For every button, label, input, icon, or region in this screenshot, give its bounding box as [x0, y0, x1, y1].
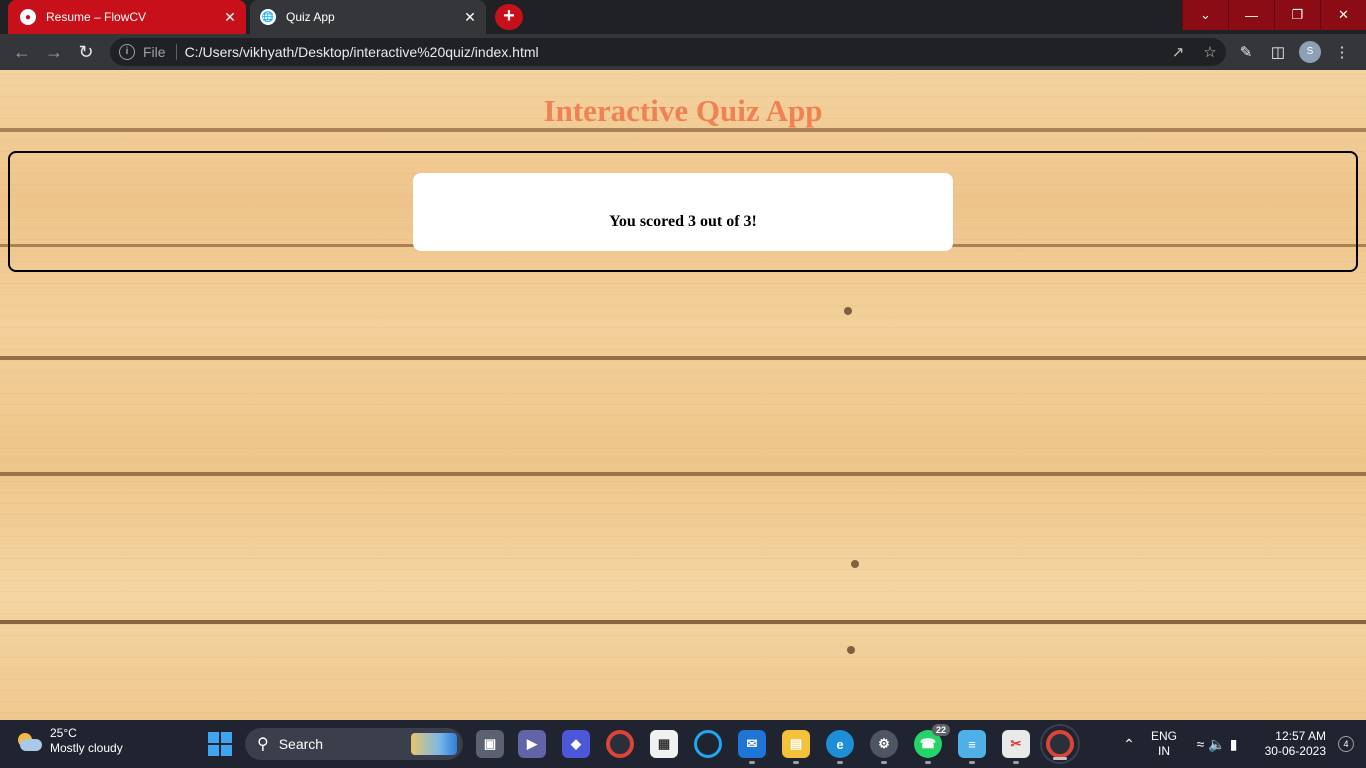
tab-title: Quiz App [286, 10, 335, 24]
tab-search-icon[interactable]: ⌄ [1182, 0, 1228, 30]
clock[interactable]: 12:57 AM 30-06-2023 [1254, 729, 1326, 759]
clock-time: 12:57 AM [1275, 729, 1326, 743]
system-tray: ⌃ ENG IN ≈🔈▮ 12:57 AM 30-06-2023 4 [1114, 720, 1366, 768]
windows-taskbar: 25°C Mostly cloudy ⚲ Search ▣ ▶ ◆ ▦ ✉ ▤ … [0, 720, 1366, 768]
language-indicator[interactable]: ENG IN [1144, 729, 1184, 759]
task-view-icon[interactable]: ▣ [476, 730, 504, 758]
restore-button[interactable]: ❐ [1274, 0, 1320, 30]
tab-quiz-app[interactable]: 🌐 Quiz App ✕ [250, 0, 486, 34]
windows-start-icon[interactable] [208, 732, 232, 756]
globe-favicon-icon: 🌐 [260, 9, 276, 25]
share-icon[interactable]: ↗ [1162, 43, 1194, 61]
language-code: ENG [1150, 729, 1177, 743]
close-tab-icon[interactable]: ✕ [460, 9, 480, 26]
reload-icon[interactable]: ↻ [70, 36, 102, 68]
toolbar-actions: ✎ ◫ S ⋮ [1230, 38, 1358, 66]
back-icon[interactable]: ← [6, 36, 38, 68]
snipping-tool-icon[interactable]: ✂ [1002, 730, 1030, 764]
page-title: Interactive Quiz App [543, 93, 823, 128]
taskbar-search[interactable]: ⚲ Search [245, 728, 463, 760]
edge-icon[interactable]: e [826, 730, 854, 764]
whatsapp-badge: 22 [931, 724, 950, 736]
notepad-icon[interactable]: ≡ [958, 730, 986, 764]
forward-icon[interactable]: → [38, 36, 70, 68]
region-code: IN [1158, 744, 1170, 758]
result-card: You scored 3 out of 3! [413, 173, 953, 251]
show-hidden-icons-chevron-icon[interactable]: ⌃ [1114, 736, 1144, 753]
copilot-icon[interactable]: ◆ [562, 730, 590, 758]
weather-widget[interactable]: 25°C Mostly cloudy [16, 726, 123, 756]
close-tab-icon[interactable]: ✕ [220, 9, 240, 26]
weather-temperature: 25°C [50, 726, 77, 740]
extensions-icon[interactable]: ✎ [1230, 43, 1262, 61]
address-bar[interactable]: i File C:/Users/vikhyath/Desktop/interac… [110, 38, 1226, 66]
wifi-volume-battery-icons[interactable]: ≈🔈▮ [1184, 736, 1254, 753]
wood-knot [847, 646, 855, 654]
side-panel-icon[interactable]: ◫ [1262, 43, 1294, 61]
browser-toolbar: ← → ↻ i File C:/Users/vikhyath/Desktop/i… [0, 34, 1366, 70]
chrome-icon[interactable] [606, 730, 634, 758]
notification-count-badge[interactable]: 4 [1338, 736, 1354, 752]
browser-tab-strip: ● Resume – FlowCV ✕ 🌐 Quiz App ✕ + ⌄ — ❐… [0, 0, 1366, 34]
window-controls: ⌄ — ❐ ✕ [1182, 0, 1366, 30]
teams-icon[interactable]: ▶ [518, 730, 546, 758]
score-text: You scored 3 out of 3! [609, 213, 757, 230]
file-explorer-icon[interactable]: ▤ [782, 730, 810, 764]
close-window-button[interactable]: ✕ [1320, 0, 1366, 30]
scheme-label: File [143, 44, 177, 60]
chrome-profile-icon[interactable] [1040, 724, 1080, 764]
partly-cloudy-icon [16, 731, 44, 751]
flowcv-favicon-icon: ● [20, 9, 36, 25]
page-viewport: Interactive Quiz App You scored 3 out of… [0, 70, 1366, 720]
menu-kebab-icon[interactable]: ⋮ [1326, 43, 1358, 61]
cortana-icon[interactable] [694, 730, 722, 758]
minimize-button[interactable]: — [1228, 0, 1274, 30]
mail-icon[interactable]: ✉ [738, 730, 766, 764]
search-label: Search [278, 736, 324, 752]
new-tab-button[interactable]: + [495, 4, 523, 30]
site-info-icon[interactable]: i [119, 44, 135, 60]
search-highlight-image [411, 733, 457, 755]
search-icon: ⚲ [257, 736, 269, 753]
url-text[interactable]: C:/Users/vikhyath/Desktop/interactive%20… [185, 44, 1162, 60]
bookmark-star-icon[interactable]: ☆ [1194, 43, 1226, 61]
clock-date: 30-06-2023 [1264, 744, 1326, 758]
wood-knot [844, 307, 852, 315]
profile-avatar[interactable]: S [1299, 41, 1321, 63]
tab-title: Resume – FlowCV [46, 10, 147, 24]
settings-icon[interactable]: ⚙ [870, 730, 898, 764]
whatsapp-icon[interactable]: ☎ 22 [914, 724, 950, 764]
tab-resume-flowcv[interactable]: ● Resume – FlowCV ✕ [8, 0, 246, 34]
store-icon[interactable]: ▦ [650, 730, 678, 758]
wood-knot [851, 560, 859, 568]
weather-condition: Mostly cloudy [50, 741, 123, 755]
